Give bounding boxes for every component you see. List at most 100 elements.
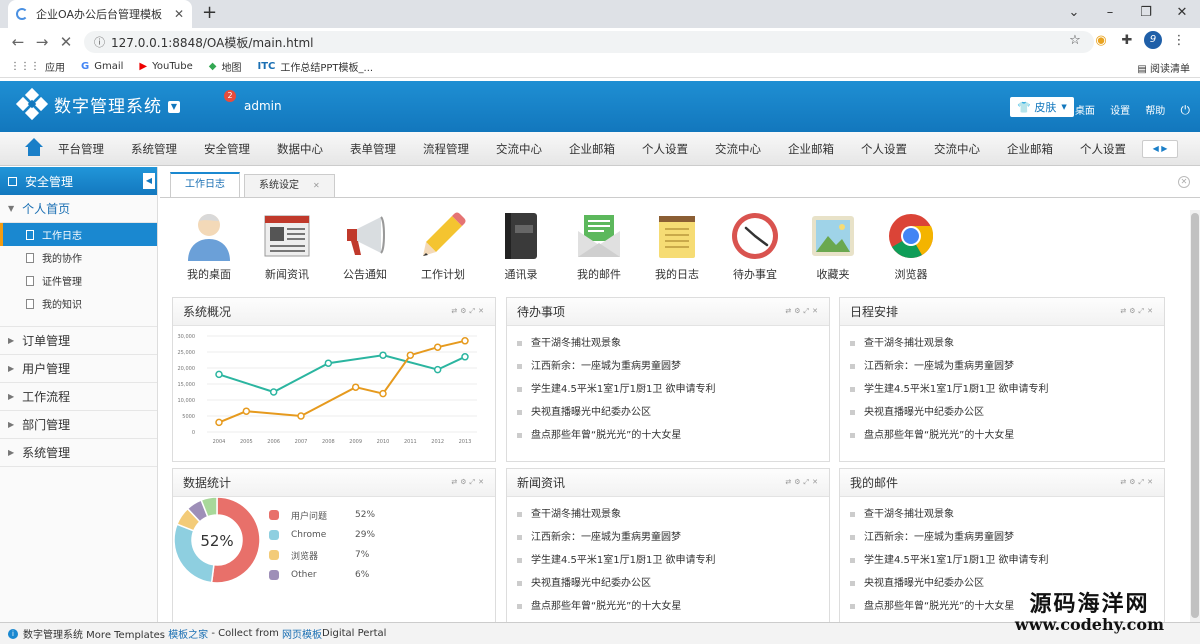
data-point[interactable] xyxy=(242,407,251,415)
bookmark-star-icon[interactable]: ☆ xyxy=(1062,33,1088,48)
sidebar-subitem[interactable]: 工作日志 xyxy=(0,223,157,246)
list-item[interactable]: 查干湖冬捕壮观景象 xyxy=(850,503,1154,526)
panel-tools-icon[interactable]: ⇄⚙⤢✕ xyxy=(451,478,487,487)
app-todo[interactable]: 待办事宜 xyxy=(716,210,794,282)
panel-tools-icon[interactable]: ⇄⚙⤢✕ xyxy=(451,307,487,316)
panel-tools-icon[interactable]: ⇄⚙⤢✕ xyxy=(785,307,821,316)
list-item[interactable]: 查干湖冬捕壮观景象 xyxy=(517,332,819,355)
data-point[interactable] xyxy=(461,337,469,345)
bookmark-ppt[interactable]: ITC 工作总结PPT模板_... xyxy=(257,59,373,74)
top-nav-item[interactable]: 平台管理 xyxy=(58,132,131,166)
data-point[interactable] xyxy=(215,418,223,427)
top-nav-item[interactable]: 流程管理 xyxy=(423,132,496,166)
data-point[interactable] xyxy=(433,365,442,374)
data-point[interactable] xyxy=(406,351,415,359)
top-nav-item[interactable]: 数据中心 xyxy=(277,132,350,166)
data-point[interactable] xyxy=(324,359,333,367)
panel-tools-icon[interactable]: ⇄⚙⤢✕ xyxy=(1120,307,1156,316)
user-menu[interactable]: 2 admin xyxy=(224,90,282,113)
app-my-mail[interactable]: 我的邮件 xyxy=(560,210,638,282)
new-tab-button[interactable]: + xyxy=(202,2,217,23)
app-work-plan[interactable]: 工作计划 xyxy=(404,210,482,282)
menu-kebab-icon[interactable]: ⋮ xyxy=(1166,33,1192,48)
list-item[interactable]: 央视直播曝光中纪委办公区 xyxy=(517,401,819,424)
tab-system-settings[interactable]: 系统设定 ✕ xyxy=(244,174,335,198)
tab-work-log[interactable]: 工作日志 xyxy=(170,172,240,198)
close-all-tabs-icon[interactable]: ✕ xyxy=(1178,176,1190,188)
forward-arrow-icon[interactable]: → xyxy=(30,33,54,51)
url-field[interactable]: ⓘ 127.0.0.1:8848/OA模板/main.html xyxy=(84,31,1094,53)
list-item[interactable]: 江西新余：一座城为重病男童圆梦 xyxy=(850,355,1154,378)
template-home-link[interactable]: 模板之家 xyxy=(168,626,208,641)
top-nav-item[interactable]: 企业邮箱 xyxy=(788,132,861,166)
app-browser[interactable]: 浏览器 xyxy=(872,210,950,282)
sidebar-subitem[interactable]: 我的知识 xyxy=(0,292,157,315)
sidebar-group[interactable]: ▶ 订单管理 xyxy=(0,327,157,355)
list-item[interactable]: 学生建4.5平米1室1厅1厨1卫 欲申请专利 xyxy=(850,378,1154,401)
top-nav-item[interactable]: 表单管理 xyxy=(350,132,423,166)
top-nav-item[interactable]: 安全管理 xyxy=(204,132,277,166)
list-item[interactable]: 盘点那些年曾“脱光光”的十大女星 xyxy=(517,424,819,447)
bookmark-gmail[interactable]: G Gmail xyxy=(81,61,123,72)
settings-link[interactable]: 设置 xyxy=(1110,106,1130,117)
sidebar-group[interactable]: ▶ 部门管理 xyxy=(0,411,157,439)
list-item[interactable]: 江西新余：一座城为重病男童圆梦 xyxy=(517,526,819,549)
nav-scroll-arrows[interactable]: ◀ ▶ xyxy=(1142,140,1178,158)
sidebar-group[interactable]: ▶ 系统管理 xyxy=(0,439,157,467)
top-nav-item[interactable]: 个人设置 xyxy=(642,132,715,166)
minimize-button[interactable]: – xyxy=(1092,0,1128,28)
back-arrow-icon[interactable]: ← xyxy=(6,33,30,51)
top-nav-item[interactable]: 交流中心 xyxy=(496,132,569,166)
data-point[interactable] xyxy=(433,343,442,351)
app-favorites[interactable]: 收藏夹 xyxy=(794,210,872,282)
list-item[interactable]: 学生建4.5平米1室1厅1厨1卫 欲申请专利 xyxy=(850,549,1154,572)
stop-loading-icon[interactable]: ✕ xyxy=(54,33,78,51)
sidebar-subitem[interactable]: 证件管理 xyxy=(0,269,157,292)
top-nav-item[interactable]: 个人设置 xyxy=(861,132,934,166)
web-template-link[interactable]: 网页模板 xyxy=(282,626,322,641)
data-point[interactable] xyxy=(379,351,387,359)
list-item[interactable]: 央视直播曝光中纪委办公区 xyxy=(850,401,1154,424)
power-icon[interactable]: ⏻ xyxy=(1181,103,1191,117)
app-announcements[interactable]: 公告通知 xyxy=(326,210,404,282)
info-icon[interactable]: ⓘ xyxy=(94,34,105,50)
close-window-button[interactable]: ✕ xyxy=(1164,0,1200,28)
app-my-desktop[interactable]: 我的桌面 xyxy=(170,210,248,282)
home-icon[interactable] xyxy=(24,138,44,158)
sidebar-group-personal-home[interactable]: ▼ 个人首页 xyxy=(0,195,157,223)
top-nav-item[interactable]: 企业邮箱 xyxy=(569,132,642,166)
scrollbar-thumb[interactable] xyxy=(1191,213,1199,618)
bookmark-youtube[interactable]: ▶ YouTube xyxy=(139,61,192,72)
list-item[interactable]: 学生建4.5平米1室1厅1厨1卫 欲申请专利 xyxy=(517,378,819,401)
close-tab-icon[interactable]: ✕ xyxy=(313,181,320,190)
app-news[interactable]: 新闻资讯 xyxy=(248,210,326,282)
panel-tools-icon[interactable]: ⇄⚙⤢✕ xyxy=(785,478,821,487)
top-nav-item[interactable]: 系统管理 xyxy=(131,132,204,166)
data-point[interactable] xyxy=(215,370,223,379)
top-nav-item[interactable]: 企业邮箱 xyxy=(1007,132,1080,166)
panel-tools-icon[interactable]: ⇄⚙⤢✕ xyxy=(1120,478,1156,487)
maximize-button[interactable]: ❐ xyxy=(1128,0,1164,28)
list-item[interactable]: 江西新余：一座城为重病男童圆梦 xyxy=(850,526,1154,549)
collapse-sidebar-button[interactable]: ◀ xyxy=(143,173,155,189)
reading-list-button[interactable]: ▤ 阅读清单 xyxy=(1137,60,1190,75)
sidebar-group[interactable]: ▶ 用户管理 xyxy=(0,355,157,383)
data-point[interactable] xyxy=(461,353,469,361)
list-item[interactable]: 江西新余：一座城为重病男童圆梦 xyxy=(517,355,819,378)
profile-avatar[interactable]: 9 xyxy=(1144,31,1162,49)
help-link[interactable]: 帮助 xyxy=(1145,106,1165,117)
sidebar-group[interactable]: ▶ 工作流程 xyxy=(0,383,157,411)
list-item[interactable]: 盘点那些年曾“脱光光”的十大女星 xyxy=(850,424,1154,447)
app-my-log[interactable]: 我的日志 xyxy=(638,210,716,282)
browser-tab[interactable]: 企业OA办公后台管理模板 ✕ xyxy=(8,0,192,28)
puzzle-extensions-icon[interactable]: ✚ xyxy=(1114,33,1140,48)
list-item[interactable]: 盘点那些年曾“脱光光”的十大女星 xyxy=(517,595,819,618)
sidebar-subitem[interactable]: 我的协作 xyxy=(0,246,157,269)
list-item[interactable]: 央视直播曝光中纪委办公区 xyxy=(517,572,819,595)
data-point[interactable] xyxy=(351,383,360,391)
data-point[interactable] xyxy=(379,389,387,398)
bookmark-apps[interactable]: ⋮⋮⋮ 应用 xyxy=(10,59,65,74)
data-point[interactable] xyxy=(297,412,305,420)
content-scrollbar[interactable] xyxy=(1190,210,1200,624)
desktop-link[interactable]: 桌面 xyxy=(1075,106,1095,117)
